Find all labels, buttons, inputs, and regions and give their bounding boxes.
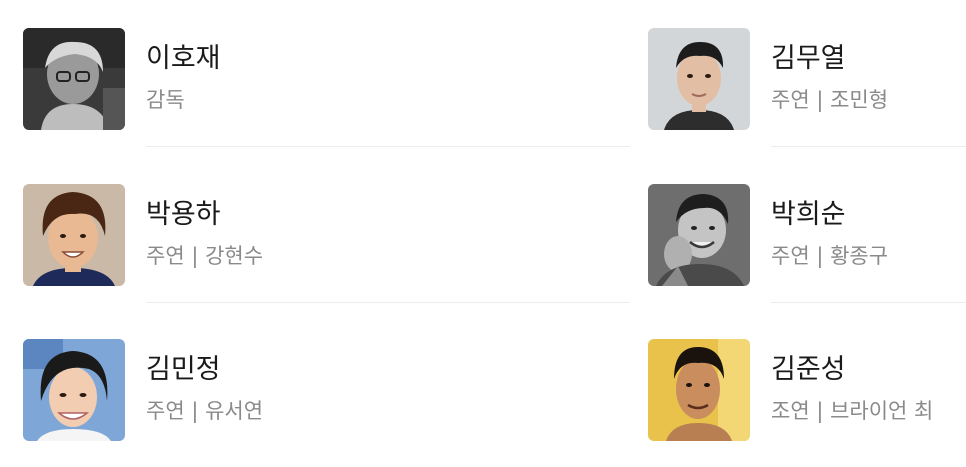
- cast-name[interactable]: 박희순: [771, 198, 846, 232]
- cast-name[interactable]: 김민정: [146, 353, 221, 387]
- divider: [771, 146, 966, 147]
- cast-role: 주연 | 강현수: [146, 244, 264, 268]
- actor-photo-icon: [648, 184, 750, 286]
- avatar[interactable]: [23, 184, 125, 286]
- actor-photo-icon: [648, 339, 750, 441]
- cast-role: 주연 | 유서연: [146, 399, 264, 423]
- cast-name[interactable]: 박용하: [146, 198, 221, 232]
- cast-name[interactable]: 김무열: [771, 42, 846, 76]
- avatar[interactable]: [23, 339, 125, 441]
- cast-list: 이호재 감독 김무열 주연 | 조민형 박용하 주연 | 강현수 박희순 주연 …: [0, 0, 966, 456]
- cast-item-lead-4[interactable]: 김민정 주연 | 유서연: [23, 311, 630, 467]
- avatar[interactable]: [648, 28, 750, 130]
- cast-role: 감독: [146, 88, 185, 112]
- actress-photo-icon: [23, 339, 125, 441]
- cast-item-lead-2[interactable]: 박용하 주연 | 강현수: [23, 156, 630, 312]
- cast-name[interactable]: 이호재: [146, 42, 221, 76]
- actor-photo-icon: [648, 28, 750, 130]
- cast-item-lead-1[interactable]: 김무열 주연 | 조민형: [648, 0, 966, 156]
- cast-name[interactable]: 김준성: [771, 353, 846, 387]
- avatar[interactable]: [648, 339, 750, 441]
- cast-item-lead-3[interactable]: 박희순 주연 | 황종구: [648, 156, 966, 312]
- actor-photo-icon: [23, 184, 125, 286]
- cast-item-supporting[interactable]: 김준성 조연 | 브라이언 최: [648, 311, 966, 467]
- cast-role: 조연 | 브라이언 최: [771, 399, 934, 423]
- avatar[interactable]: [648, 184, 750, 286]
- cast-role: 주연 | 조민형: [771, 88, 889, 112]
- divider: [146, 302, 630, 303]
- avatar[interactable]: [23, 28, 125, 130]
- cast-item-director[interactable]: 이호재 감독: [23, 0, 630, 156]
- divider: [771, 302, 966, 303]
- divider: [146, 146, 630, 147]
- director-photo-icon: [23, 28, 125, 130]
- cast-role: 주연 | 황종구: [771, 244, 889, 268]
